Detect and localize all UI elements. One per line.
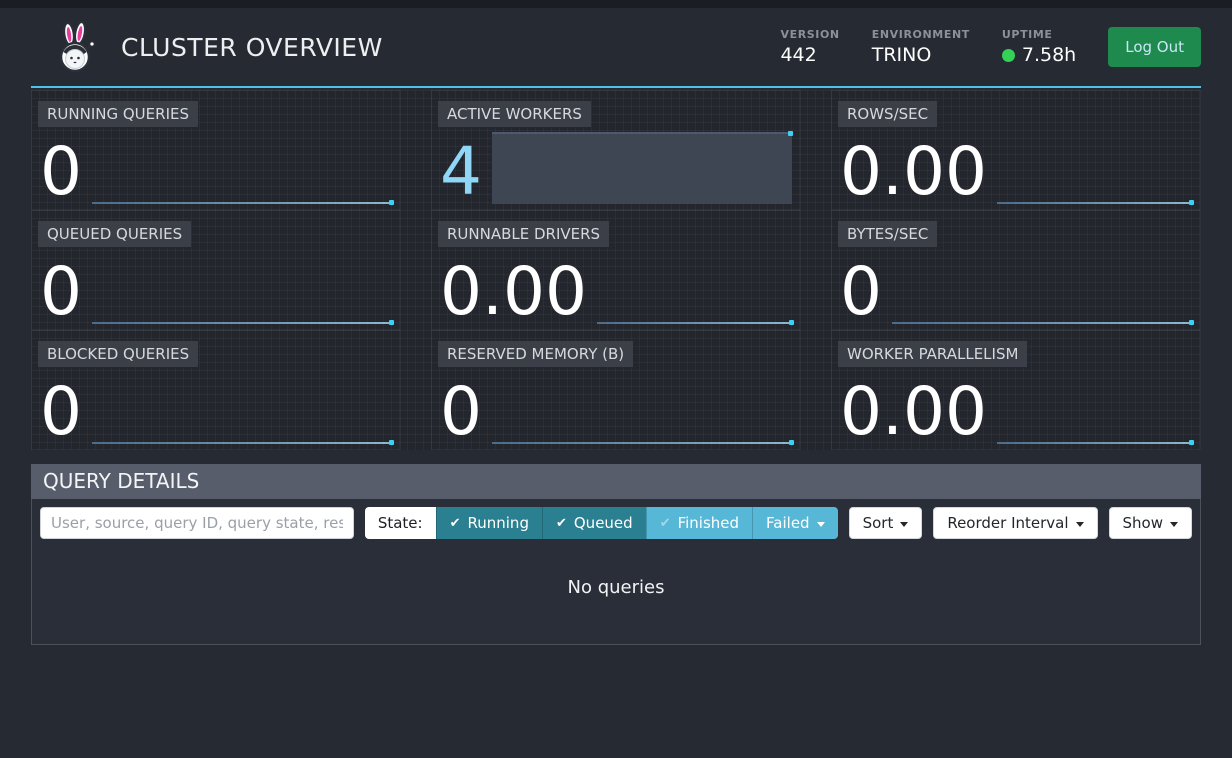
tile-active-workers: ACTIVE WORKERS 4 bbox=[431, 90, 801, 210]
tile-value: 0 bbox=[40, 260, 82, 325]
caret-down-icon bbox=[1076, 522, 1084, 527]
cluster-stats-dashboard: RUNNING QUERIES 0 ACTIVE WORKERS 4 ROWS/… bbox=[31, 90, 1201, 450]
tile-label: RESERVED MEMORY (B) bbox=[438, 341, 633, 367]
state-filter-queued-label: Queued bbox=[574, 514, 633, 532]
sparkline-chart bbox=[492, 132, 796, 204]
no-queries-message: No queries bbox=[32, 547, 1200, 644]
tile-value: 0 bbox=[440, 380, 482, 445]
environment-value: TRINO bbox=[872, 44, 970, 66]
sparkline-endpoint-dot bbox=[1189, 440, 1194, 445]
tile-label: BLOCKED QUERIES bbox=[38, 341, 198, 367]
environment-label: ENVIRONMENT bbox=[872, 28, 970, 41]
logout-button[interactable]: Log Out bbox=[1108, 27, 1201, 67]
query-toolbar: State: ✔ Running ✔ Queued ✔ Finished Fa bbox=[32, 499, 1200, 547]
sparkline-chart bbox=[892, 252, 1196, 324]
tile-value: 0 bbox=[840, 260, 882, 325]
sort-dropdown-button[interactable]: Sort bbox=[849, 507, 923, 539]
tile-label: WORKER PARALLELISM bbox=[838, 341, 1027, 367]
state-filter-label: State: bbox=[365, 507, 436, 539]
tile-runnable-drivers: RUNNABLE DRIVERS 0.00 bbox=[431, 210, 801, 330]
state-filter-queued[interactable]: ✔ Queued bbox=[542, 507, 646, 539]
sparkline-chart bbox=[997, 132, 1196, 204]
tile-value: 0.00 bbox=[840, 140, 987, 205]
sparkline-chart bbox=[92, 252, 396, 324]
tile-worker-parallelism: WORKER PARALLELISM 0.00 bbox=[831, 330, 1201, 450]
caret-down-icon bbox=[900, 522, 908, 527]
check-icon: ✔ bbox=[556, 516, 567, 531]
tile-label: ROWS/SEC bbox=[838, 101, 937, 127]
state-filter-failed-label: Failed bbox=[766, 514, 810, 532]
sparkline-endpoint-dot bbox=[389, 440, 394, 445]
sparkline-chart bbox=[597, 252, 796, 324]
caret-down-icon bbox=[1170, 522, 1178, 527]
sparkline-chart bbox=[92, 372, 396, 444]
sparkline-endpoint-dot bbox=[789, 440, 794, 445]
sparkline-endpoint-dot bbox=[389, 200, 394, 205]
show-dropdown-button[interactable]: Show bbox=[1109, 507, 1192, 539]
check-icon: ✔ bbox=[450, 516, 461, 531]
state-filter-finished-label: Finished bbox=[678, 514, 739, 532]
uptime-value: 7.58h bbox=[1022, 44, 1076, 66]
version-label: VERSION bbox=[780, 28, 839, 41]
state-filter-failed-dropdown[interactable]: Failed bbox=[752, 507, 838, 539]
tile-value: 0.00 bbox=[840, 380, 987, 445]
show-label: Show bbox=[1123, 514, 1163, 532]
sort-label: Sort bbox=[863, 514, 894, 532]
tile-value: 0.00 bbox=[440, 260, 587, 325]
tile-label: BYTES/SEC bbox=[838, 221, 937, 247]
tile-rows-per-sec: ROWS/SEC 0.00 bbox=[831, 90, 1201, 210]
reorder-interval-label: Reorder Interval bbox=[947, 514, 1068, 532]
version-value: 442 bbox=[780, 44, 839, 66]
sparkline-chart bbox=[492, 372, 796, 444]
state-filter-finished[interactable]: ✔ Finished bbox=[646, 507, 752, 539]
tile-label: RUNNABLE DRIVERS bbox=[438, 221, 609, 247]
sparkline-endpoint-dot bbox=[389, 320, 394, 325]
tile-label: QUEUED QUERIES bbox=[38, 221, 191, 247]
header-right: VERSION 442 ENVIRONMENT TRINO UPTIME 7.5… bbox=[780, 27, 1201, 67]
trino-bunny-logo bbox=[53, 21, 99, 73]
tile-queued-queries: QUEUED QUERIES 0 bbox=[31, 210, 401, 330]
uptime-label: UPTIME bbox=[1002, 28, 1076, 41]
tile-label: RUNNING QUERIES bbox=[38, 101, 198, 127]
tile-running-queries: RUNNING QUERIES 0 bbox=[31, 90, 401, 210]
version-stat: VERSION 442 bbox=[780, 28, 839, 66]
page-title: CLUSTER OVERVIEW bbox=[121, 33, 383, 62]
tile-reserved-memory: RESERVED MEMORY (B) 0 bbox=[431, 330, 801, 450]
state-filter-group: State: ✔ Running ✔ Queued ✔ Finished Fa bbox=[365, 507, 838, 539]
tile-label: ACTIVE WORKERS bbox=[438, 101, 591, 127]
sparkline-endpoint-dot bbox=[789, 320, 794, 325]
state-filter-running-label: Running bbox=[468, 514, 529, 532]
top-strip bbox=[0, 0, 1232, 8]
tile-value: 0 bbox=[40, 140, 82, 205]
query-search-input[interactable] bbox=[40, 507, 354, 539]
tile-value: 4 bbox=[440, 140, 482, 205]
sparkline-endpoint-dot bbox=[1189, 320, 1194, 325]
tile-value: 0 bbox=[40, 380, 82, 445]
environment-stat: ENVIRONMENT TRINO bbox=[872, 28, 970, 66]
query-details-heading: QUERY DETAILS bbox=[31, 464, 1201, 499]
reorder-interval-dropdown-button[interactable]: Reorder Interval bbox=[933, 507, 1097, 539]
caret-down-icon bbox=[817, 522, 825, 527]
sparkline-chart bbox=[92, 132, 396, 204]
check-icon: ✔ bbox=[660, 516, 671, 531]
tile-bytes-per-sec: BYTES/SEC 0 bbox=[831, 210, 1201, 330]
sparkline-endpoint-dot bbox=[1189, 200, 1194, 205]
tile-blocked-queries: BLOCKED QUERIES 0 bbox=[31, 330, 401, 450]
sparkline-chart bbox=[997, 372, 1196, 444]
uptime-stat: UPTIME 7.58h bbox=[1002, 28, 1076, 66]
query-details-panel: QUERY DETAILS State: ✔ Running ✔ Queued … bbox=[31, 464, 1201, 645]
header: CLUSTER OVERVIEW VERSION 442 ENVIRONMENT… bbox=[31, 8, 1201, 88]
sparkline-endpoint-dot bbox=[788, 131, 793, 136]
uptime-status-dot-icon bbox=[1002, 49, 1015, 62]
state-filter-running[interactable]: ✔ Running bbox=[436, 507, 542, 539]
